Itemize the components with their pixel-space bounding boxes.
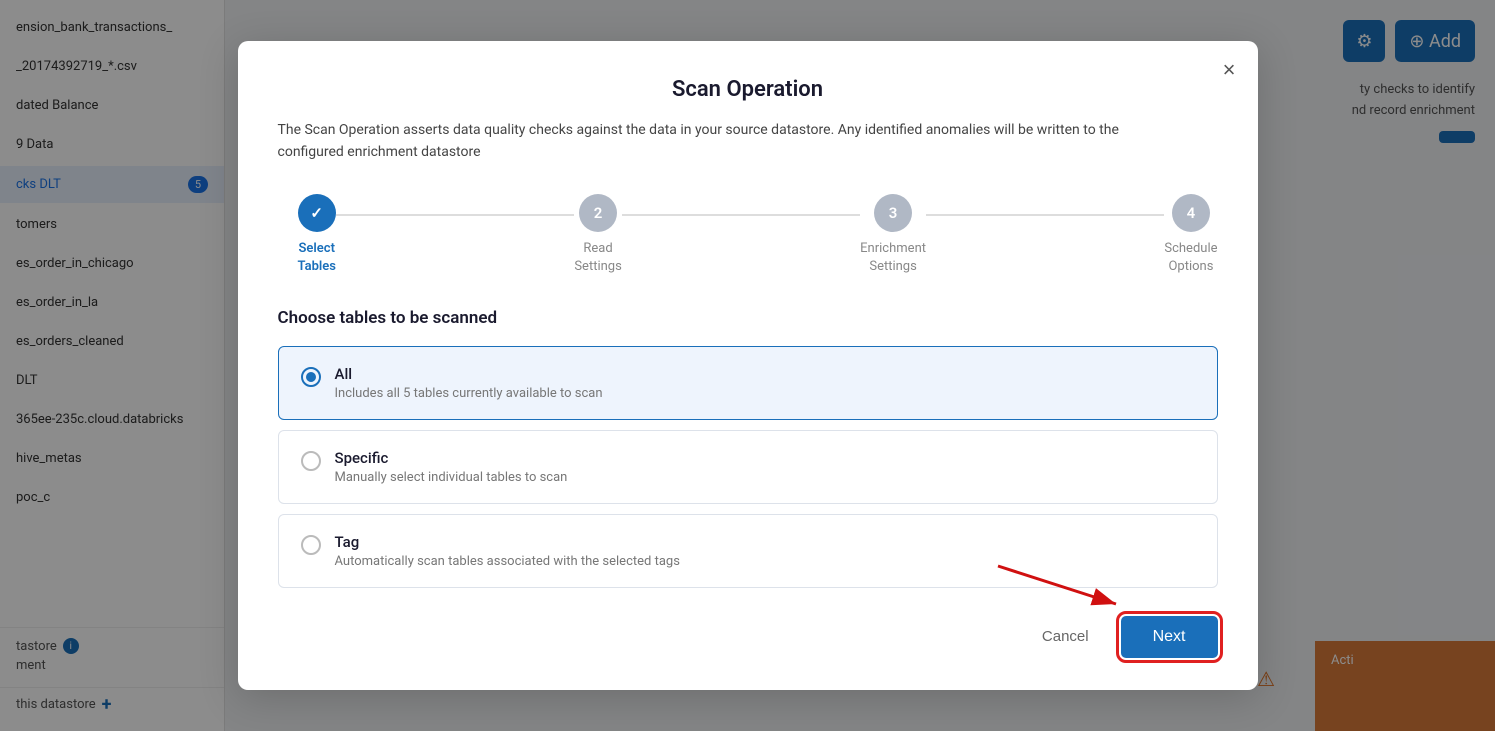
step-1-label: SelectTables (298, 240, 336, 276)
connector-1-2 (336, 214, 574, 216)
section-title: Choose tables to be scanned (278, 308, 1218, 328)
step-4-circle: 4 (1172, 194, 1210, 232)
option-tag-label: Tag (335, 533, 680, 551)
radio-all-inner (306, 372, 316, 382)
stepper: ✓ SelectTables 2 ReadSettings 3 Enrichme… (278, 194, 1218, 276)
modal-description: The Scan Operation asserts data quality … (278, 120, 1178, 163)
step-4: 4 ScheduleOptions (1164, 194, 1217, 276)
scan-operation-modal: × Scan Operation The Scan Operation asse… (238, 41, 1258, 690)
cancel-button[interactable]: Cancel (1026, 618, 1105, 655)
radio-all-content: All Includes all 5 tables currently avai… (335, 365, 603, 401)
step-1: ✓ SelectTables (298, 194, 336, 276)
option-specific-desc: Manually select individual tables to sca… (335, 470, 568, 485)
option-specific-label: Specific (335, 449, 568, 467)
step-3: 3 EnrichmentSettings (860, 194, 926, 276)
radio-specific-circle (301, 451, 321, 471)
option-specific[interactable]: Specific Manually select individual tabl… (278, 430, 1218, 504)
option-all-label: All (335, 365, 603, 383)
radio-specific-content: Specific Manually select individual tabl… (335, 449, 568, 485)
step-1-circle: ✓ (298, 194, 336, 232)
modal-overlay: × Scan Operation The Scan Operation asse… (0, 0, 1495, 731)
radio-all-circle (301, 367, 321, 387)
connector-3-4 (926, 214, 1164, 216)
radio-tag-circle (301, 535, 321, 555)
step-2-circle: 2 (579, 194, 617, 232)
radio-tag-content: Tag Automatically scan tables associated… (335, 533, 680, 569)
step-3-circle: 3 (874, 194, 912, 232)
modal-footer: Cancel Next (278, 616, 1218, 658)
option-all[interactable]: All Includes all 5 tables currently avai… (278, 346, 1218, 420)
close-button[interactable]: × (1223, 59, 1236, 81)
annotation-arrow (988, 556, 1128, 616)
option-tag-desc: Automatically scan tables associated wit… (335, 554, 680, 569)
step-2-label: ReadSettings (574, 240, 621, 276)
connector-2-3 (622, 214, 860, 216)
step-3-label: EnrichmentSettings (860, 240, 926, 276)
next-button[interactable]: Next (1121, 616, 1218, 658)
modal-title: Scan Operation (278, 77, 1218, 102)
step-2: 2 ReadSettings (574, 194, 621, 276)
step-4-label: ScheduleOptions (1164, 240, 1217, 276)
option-all-desc: Includes all 5 tables currently availabl… (335, 386, 603, 401)
